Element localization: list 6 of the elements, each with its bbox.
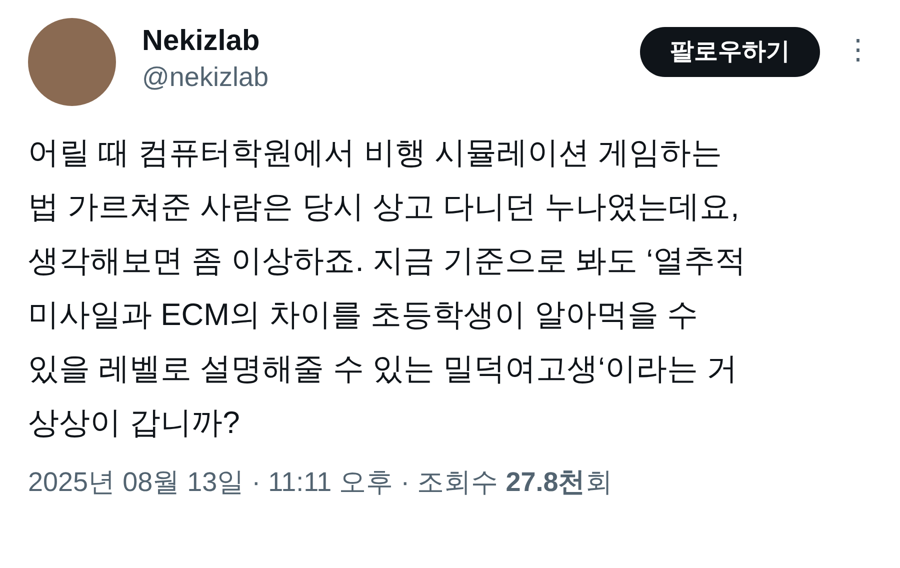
more-menu-icon[interactable]: ⋮ <box>844 32 872 68</box>
author-handle[interactable]: @nekizlab <box>142 59 268 95</box>
post-meta: 2025년 08월 13일 · 11:11 오후 · 조회수 27.8천회 <box>28 466 614 499</box>
author-name[interactable]: Nekizlab <box>142 23 268 59</box>
follow-button[interactable]: 팔로우하기 <box>640 27 820 77</box>
post-text: 어릴 때 컴퓨터학원에서 비행 시뮬레이션 게임하는 법 가르쳐준 사람은 당시 상고 다니던 누나였는데요, 생각해보면 좀 이상하죠. 지금 기준으로 봐도 ‘열추적 미사일과 ECM의 차이를 초등학생이 알아먹을 수 있을 레벨로 설명해줄 수 있는 밀덕여고생‘이라는 거 상상이 갑니까? <box>28 134 748 442</box>
